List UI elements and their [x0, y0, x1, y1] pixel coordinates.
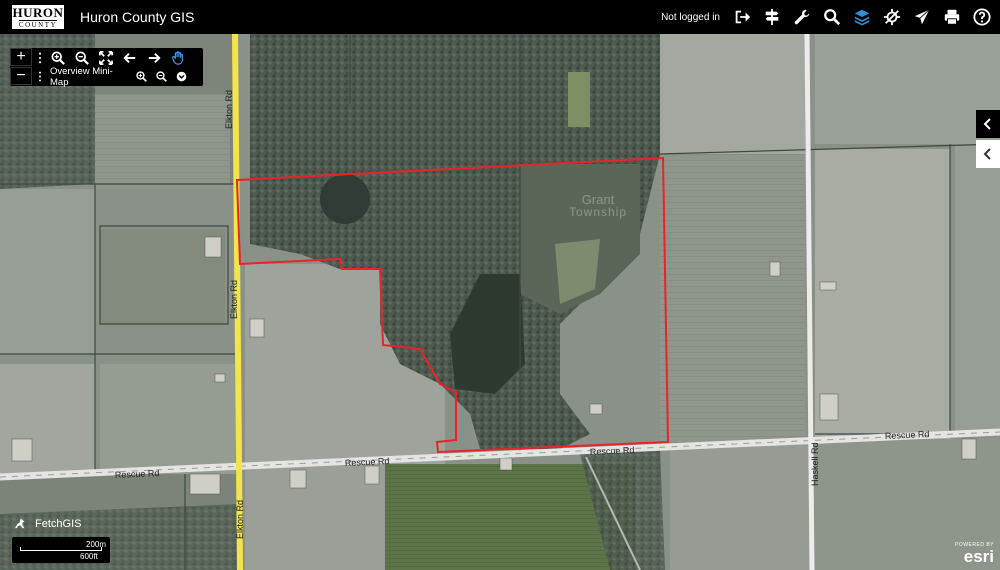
previous-extent-icon[interactable] — [120, 49, 140, 67]
print-icon[interactable] — [942, 7, 962, 27]
chevron-left-icon — [983, 148, 991, 160]
township-label-2: Township — [569, 205, 627, 219]
road-label-elkton-bottom: Elkton Rd — [235, 500, 245, 539]
gps-icon[interactable] — [882, 7, 902, 27]
chevron-left-icon — [983, 118, 991, 130]
esri-name: esri — [963, 547, 994, 566]
next-extent-icon[interactable] — [144, 49, 164, 67]
esri-logo[interactable]: POWERED BY esri — [955, 543, 994, 566]
road-label-rescue-left: Rescue Rd — [115, 468, 160, 480]
minimap-zoom-in-icon[interactable] — [134, 70, 148, 84]
overview-minimap-row: Overview Mini-Map — [36, 65, 188, 88]
panel-expand-tab[interactable] — [976, 140, 1000, 168]
login-icon[interactable] — [732, 7, 752, 27]
tools-icon[interactable] — [792, 7, 812, 27]
navigation-tools — [36, 49, 188, 67]
app-window: HURON COUNTY Huron County GIS Not logged… — [0, 0, 1000, 570]
fetchgis-link[interactable]: FetchGIS — [14, 517, 81, 530]
minimap-label: Overview Mini-Map — [50, 65, 113, 88]
dog-icon — [15, 518, 25, 529]
minimap-expand-icon[interactable] — [174, 70, 188, 84]
panel-collapse-tab[interactable] — [976, 110, 1000, 138]
minimap-zoom-out-icon[interactable] — [154, 70, 168, 84]
full-extent-icon[interactable] — [96, 49, 116, 67]
logo-text-top: HURON — [12, 4, 64, 20]
aerial-imagery[interactable]: Grant Township Elkton Rd Elkton Rd Elkto… — [0, 34, 1000, 570]
app-title: Huron County GIS — [80, 9, 195, 25]
drag-handle-icon[interactable] — [36, 51, 44, 65]
road-label-rescue-right: Rescue Rd — [885, 429, 930, 441]
road-label-elkton-top: Elkton Rd — [224, 90, 234, 129]
directions-icon[interactable] — [762, 7, 782, 27]
road-label-rescue-mid: Rescue Rd — [345, 456, 390, 468]
layers-icon[interactable] — [852, 7, 872, 27]
road-label-rescue-center: Rescue Rd — [590, 445, 635, 457]
road-label-haskell: Haskell Rd — [810, 442, 820, 486]
login-status: Not logged in — [661, 11, 720, 23]
search-icon[interactable] — [822, 7, 842, 27]
minimap-drag-handle-icon[interactable] — [36, 70, 44, 84]
share-icon[interactable] — [912, 7, 932, 27]
pan-hand-icon[interactable] — [168, 49, 188, 67]
header-bar: HURON COUNTY Huron County GIS Not logged… — [0, 0, 1000, 34]
scale-imperial: 600ft — [80, 552, 98, 561]
help-icon[interactable] — [972, 7, 992, 27]
map-navigation-panel: + − Overview Mini-Map — [10, 48, 203, 88]
zoom-in-button[interactable]: + — [10, 48, 32, 66]
scale-bar: 200m 600ft — [12, 537, 110, 563]
zoom-in-box-icon[interactable] — [48, 49, 68, 67]
main-toolbar: Not logged in — [661, 0, 992, 34]
zoom-out-button[interactable]: − — [10, 67, 32, 85]
scale-line — [20, 547, 102, 551]
zoom-out-box-icon[interactable] — [72, 49, 92, 67]
map-view[interactable]: Grant Township Elkton Rd Elkton Rd Elkto… — [0, 34, 1000, 570]
fetchgis-label: FetchGIS — [35, 517, 82, 530]
road-label-elkton-mid: Elkton Rd — [229, 280, 239, 319]
county-logo[interactable]: HURON COUNTY — [12, 5, 64, 29]
logo-text-bottom: COUNTY — [18, 19, 58, 29]
